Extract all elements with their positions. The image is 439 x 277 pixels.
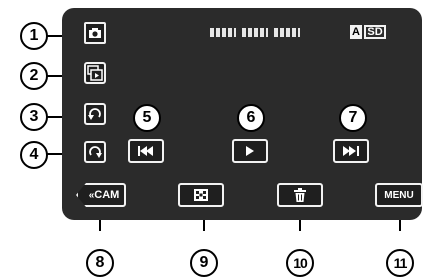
callout-6: 6: [237, 104, 265, 132]
previous-button[interactable]: [128, 139, 164, 163]
callout-2: 2: [20, 62, 48, 90]
callout-11: 11: [386, 249, 414, 277]
callout-4: 4: [20, 141, 48, 169]
media-a-indicator: A: [350, 25, 362, 39]
skip-previous-icon: [138, 146, 153, 156]
delete-button[interactable]: [277, 183, 323, 207]
callout-9: 9: [190, 249, 218, 277]
menu-label: MENU: [384, 189, 414, 201]
skip-next-icon: [343, 146, 359, 156]
trash-icon: [294, 188, 306, 202]
camera-icon: [89, 28, 101, 38]
rotate-left-button[interactable]: [84, 103, 106, 125]
callout-8: 8: [86, 249, 114, 277]
photo-mode-button[interactable]: [84, 22, 106, 44]
back-to-camera-button[interactable]: « CAM: [76, 183, 126, 207]
date-time-display: [210, 28, 300, 37]
callout-10: 10: [286, 249, 314, 277]
rotate-right-button[interactable]: [84, 141, 106, 163]
play-button[interactable]: [232, 139, 268, 163]
callout-3: 3: [20, 103, 48, 131]
callout-7: 7: [339, 104, 367, 132]
menu-button[interactable]: MENU: [375, 183, 423, 207]
playback-mode-button[interactable]: [84, 62, 106, 84]
play-icon: [246, 146, 254, 156]
callout-1: 1: [20, 22, 48, 50]
next-button[interactable]: [333, 139, 369, 163]
rotate-left-icon: [88, 108, 101, 120]
video-playback-icon: [87, 65, 103, 81]
callout-5: 5: [133, 104, 161, 132]
cam-label: CAM: [94, 189, 120, 201]
index-button[interactable]: [178, 183, 224, 207]
media-sd-indicator: SD: [364, 25, 386, 39]
rotate-right-icon: [89, 146, 102, 158]
grid-icon: [194, 189, 208, 201]
